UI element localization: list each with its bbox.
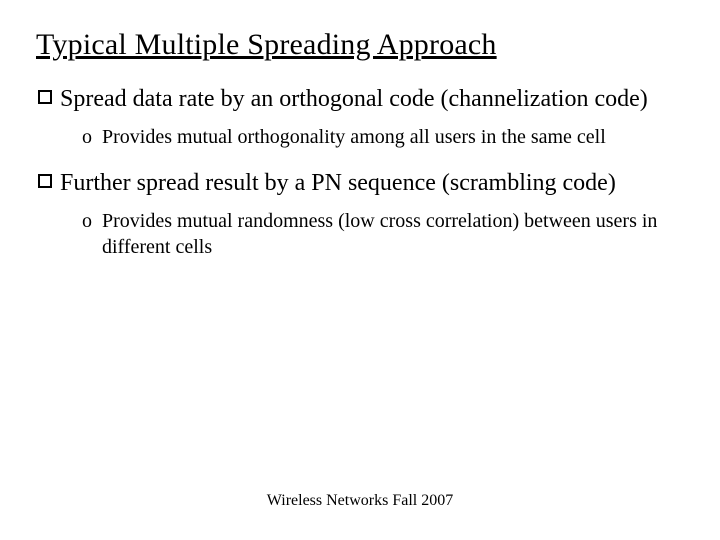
square-bullet-icon xyxy=(38,174,52,188)
bullet-text: Spread data rate by an orthogonal code (… xyxy=(60,84,684,114)
sub-bullet-text: Provides mutual orthogonality among all … xyxy=(102,124,684,150)
sub-bullet-marker: o xyxy=(82,124,92,150)
bullet-level2: o Provides mutual orthogonality among al… xyxy=(82,124,684,150)
slide-title: Typical Multiple Spreading Approach xyxy=(36,28,684,62)
bullet-level2: o Provides mutual randomness (low cross … xyxy=(82,208,684,260)
square-bullet-icon xyxy=(38,90,52,104)
sub-bullet-text: Provides mutual randomness (low cross co… xyxy=(102,208,684,260)
bullet-text: Further spread result by a PN sequence (… xyxy=(60,168,684,198)
bullet-level1: Spread data rate by an orthogonal code (… xyxy=(36,84,684,114)
sub-bullet-marker: o xyxy=(82,208,92,234)
slide-footer: Wireless Networks Fall 2007 xyxy=(0,492,720,510)
bullet-level1: Further spread result by a PN sequence (… xyxy=(36,168,684,198)
